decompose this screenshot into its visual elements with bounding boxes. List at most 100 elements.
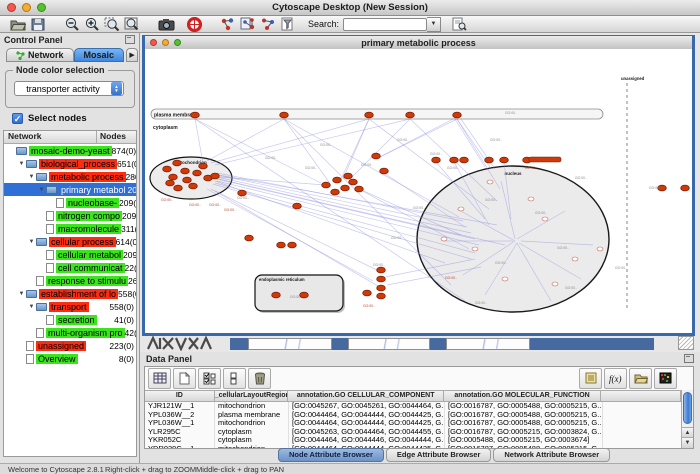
graph-node[interactable] [322, 182, 331, 188]
tree-row[interactable]: ▼cellular process614(0) [4, 235, 136, 248]
plasma-membrane-compartment[interactable] [151, 109, 603, 119]
graph-node[interactable] [293, 203, 302, 209]
attribute-table-header[interactable]: ID_cellularLayoutRegionannotation.GO CEL… [145, 390, 681, 402]
graph-node[interactable] [377, 267, 386, 273]
table-row[interactable]: YPL036W__1mitochondrion[GO:0044464, GO:0… [145, 419, 681, 428]
snapshot-camera-icon[interactable] [156, 17, 176, 32]
attribute-editor-icon[interactable] [579, 368, 602, 389]
graph-node[interactable] [277, 242, 286, 248]
zoom-fit-icon[interactable] [122, 17, 142, 32]
graph-node[interactable] [500, 157, 509, 163]
graph-open-node[interactable] [472, 247, 478, 251]
background-window-border[interactable] [430, 338, 446, 350]
background-window-sliver[interactable] [446, 338, 530, 350]
column-header[interactable]: _cellularLayoutRegion [215, 391, 289, 401]
graph-node[interactable] [333, 177, 342, 183]
graph-edge[interactable] [284, 119, 329, 182]
help-ring-icon[interactable] [184, 17, 204, 32]
open-icon[interactable] [8, 17, 28, 32]
tab-mosaic[interactable]: Mosaic [74, 48, 125, 62]
graph-open-node[interactable] [597, 247, 603, 251]
background-window-border[interactable] [530, 338, 654, 350]
tab-overflow-arrow[interactable]: ▶ [126, 48, 138, 62]
tree-row[interactable]: ▼primary metabol209(... [4, 183, 136, 196]
formula-builder-icon[interactable]: f(x) [604, 368, 627, 389]
graph-open-node[interactable] [528, 197, 534, 201]
column-header[interactable]: annotation.GO MOLECULAR_FUNCTION [444, 391, 601, 401]
tab-edge-attribute-browser[interactable]: Edge Attribute Browser [386, 448, 491, 462]
select-attributes-icon[interactable] [198, 368, 221, 389]
graph-node[interactable] [288, 242, 297, 248]
tree-row[interactable]: mosaic-demo-yeast874(0) [4, 144, 136, 157]
advanced-search-icon[interactable] [449, 17, 469, 32]
tree-disclosure-icon[interactable]: ▼ [27, 174, 36, 180]
background-window-border[interactable] [230, 338, 248, 350]
scroll-down-button[interactable]: ▼ [682, 437, 693, 448]
unselect-attributes-icon[interactable] [223, 368, 246, 389]
graph-node[interactable] [169, 174, 178, 180]
graph-node[interactable] [453, 112, 462, 118]
column-header[interactable]: ID [145, 391, 215, 401]
node-color-dropdown[interactable]: transporter activity ▲▼ [14, 81, 124, 96]
graph-edge[interactable] [207, 119, 284, 161]
graph-open-node[interactable] [502, 277, 508, 281]
zoom-in-icon[interactable] [82, 17, 102, 32]
tree-row[interactable]: response to stimulu264(0) [4, 274, 136, 287]
float-panel-icon[interactable] [125, 35, 135, 44]
attribute-table[interactable]: ID_cellularLayoutRegionannotation.GO CEL… [145, 390, 681, 448]
search-dropdown-arrow[interactable]: ▼ [427, 17, 441, 32]
tree-row[interactable]: unassigned223(0) [4, 339, 136, 352]
tree-row[interactable]: ▼biological_process651(0) [4, 157, 136, 170]
graph-open-node[interactable] [552, 282, 558, 286]
graph-open-node[interactable] [441, 237, 447, 241]
tab-network-attribute-browser[interactable]: Network Attribute Browser [493, 448, 610, 462]
graph-node[interactable] [163, 166, 172, 172]
graph-open-node[interactable] [572, 257, 578, 261]
graph-open-node[interactable] [487, 180, 493, 184]
tree-disclosure-icon[interactable]: ▼ [17, 291, 26, 297]
search-input[interactable] [343, 18, 427, 31]
graph-node[interactable] [166, 180, 175, 186]
graph-open-node[interactable] [542, 217, 548, 221]
tree-row[interactable]: cellular metabol209(0) [4, 248, 136, 261]
table-row[interactable]: YPL036W__2plasma membrane[GO:0044464, GO… [145, 411, 681, 420]
graph-open-node[interactable] [458, 207, 464, 211]
tree-row[interactable]: secretion41(0) [4, 313, 136, 326]
graph-node[interactable] [181, 168, 190, 174]
graph-node[interactable] [193, 170, 202, 176]
graph-node-strip[interactable] [529, 157, 561, 162]
graph-node[interactable] [372, 153, 381, 159]
table-row[interactable]: YLR295Ccytoplasm[GO:0045263, GO:0044464,… [145, 428, 681, 437]
delete-attribute-icon[interactable] [248, 368, 271, 389]
graph-node[interactable] [377, 285, 386, 291]
tree-disclosure-icon[interactable]: ▼ [27, 304, 36, 310]
tree-disclosure-icon[interactable]: ▼ [27, 239, 36, 245]
scrollbar-thumb[interactable] [683, 392, 692, 424]
tab-node-attribute-browser[interactable]: Node Attribute Browser [278, 448, 384, 462]
tab-network[interactable]: Network [6, 48, 74, 62]
graph-node[interactable] [377, 293, 386, 299]
graph-node[interactable] [344, 173, 353, 179]
graph-node[interactable] [272, 292, 281, 298]
network-window-titlebar[interactable]: primary metabolic process [145, 36, 692, 50]
graph-node[interactable] [245, 235, 254, 241]
graph-node[interactable] [280, 112, 289, 118]
matrix-view-icon[interactable] [654, 368, 677, 389]
background-window-sliver[interactable] [248, 338, 332, 350]
filter-icon[interactable] [278, 17, 298, 32]
graph-node[interactable] [191, 112, 200, 118]
table-row[interactable]: YKR052Ccytoplasm[GO:0044464, GO:0044446,… [145, 436, 681, 445]
tree-column-nodes[interactable]: Nodes [97, 131, 136, 143]
graph-node[interactable] [183, 177, 192, 183]
background-window-border[interactable] [332, 338, 348, 350]
graph-edge[interactable] [376, 117, 457, 159]
select-nodes-checkbox[interactable]: ✓ [12, 113, 23, 124]
network-view-icon[interactable] [238, 17, 258, 32]
network-edit-icon[interactable] [258, 17, 278, 32]
graph-node[interactable] [199, 163, 208, 169]
tree-row[interactable]: nucleobase-209(0) [4, 196, 136, 209]
tree-row[interactable]: ▼transport558(0) [4, 300, 136, 313]
attribute-table-icon[interactable] [148, 368, 171, 389]
graph-node[interactable] [485, 157, 494, 163]
new-attribute-icon[interactable] [173, 368, 196, 389]
